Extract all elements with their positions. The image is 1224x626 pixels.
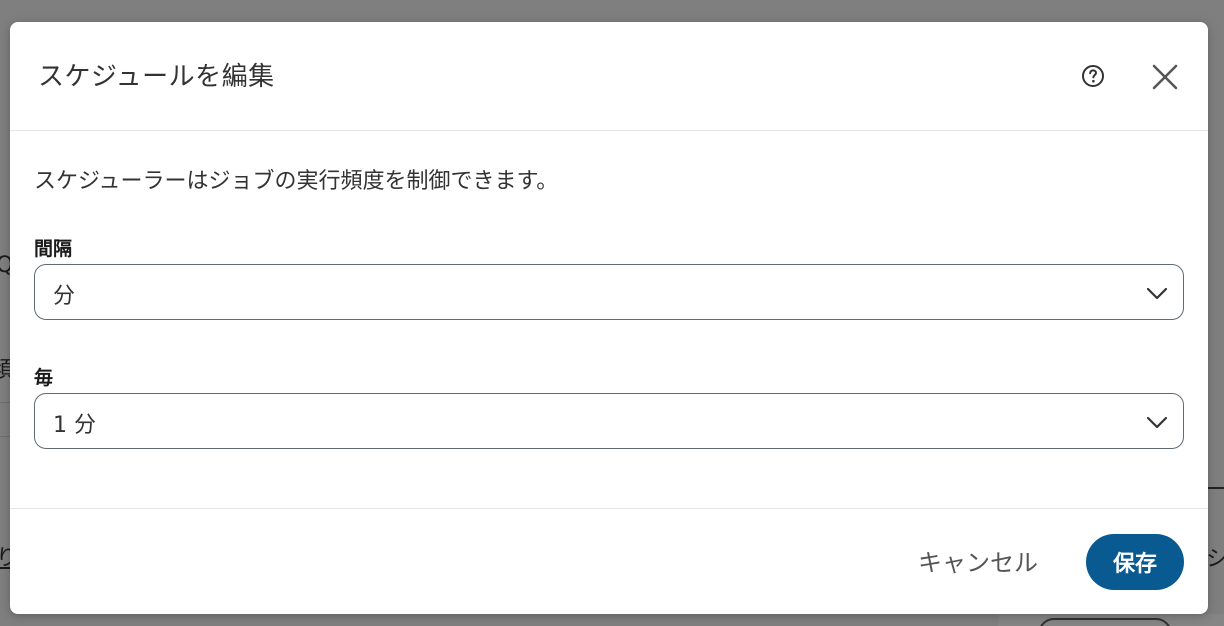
help-button[interactable] xyxy=(1081,64,1105,88)
interval-select-value: 分 xyxy=(53,284,76,309)
dialog-header: スケジュールを編集 xyxy=(10,22,1208,131)
every-label: 毎 xyxy=(34,367,54,389)
interval-select[interactable]: 分 xyxy=(34,264,1184,320)
cancel-button[interactable]: キャンセル xyxy=(918,543,1038,578)
chevron-down-icon xyxy=(1146,416,1168,429)
chevron-down-icon xyxy=(1146,287,1168,300)
background-divider xyxy=(1208,487,1224,489)
dialog-description: スケジューラーはジョブの実行頻度を制御できます。 xyxy=(34,169,559,194)
dialog-title: スケジュールを編集 xyxy=(38,62,275,92)
background-divider xyxy=(0,402,10,403)
every-select-value: 1 分 xyxy=(53,413,96,438)
close-icon xyxy=(1152,64,1178,90)
background-divider xyxy=(0,436,10,437)
every-select[interactable]: 1 分 xyxy=(34,393,1184,449)
background-button xyxy=(1038,618,1172,626)
question-circle-icon xyxy=(1082,65,1104,87)
save-button[interactable]: 保存 xyxy=(1086,534,1184,590)
background-text-fragment: シ xyxy=(1206,547,1224,572)
interval-label: 間隔 xyxy=(34,238,73,260)
edit-schedule-dialog: スケジュールを編集 スケジューラーはジョブの実行頻度を制御できます。 間隔 分 … xyxy=(10,22,1208,614)
close-button[interactable] xyxy=(1150,62,1180,92)
dialog-footer: キャンセル 保存 xyxy=(10,508,1208,614)
